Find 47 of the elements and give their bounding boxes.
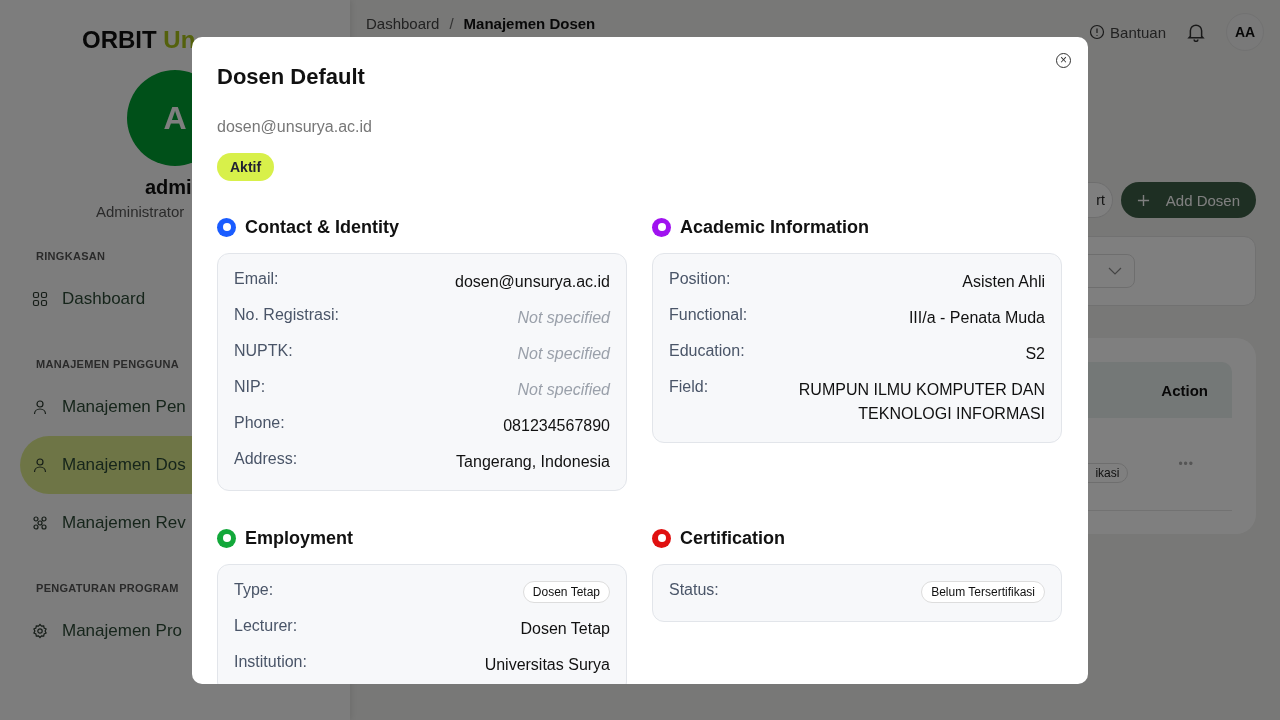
field-label: Position: (669, 270, 731, 288)
field-value: Tangerang, Indonesia (456, 452, 610, 472)
field-label: NIP: (234, 378, 266, 396)
breadcrumb-current: Manajemen Dosen (463, 14, 596, 32)
close-button[interactable]: × (1056, 53, 1071, 68)
field-value: Not specified (517, 308, 610, 328)
user-role: Administrator (96, 203, 186, 220)
section-title: Certification (680, 527, 785, 549)
field-value: Not specified (517, 344, 610, 364)
field-label: Lecturer: (234, 617, 298, 635)
field-value: 081234567890 (503, 416, 610, 436)
field-label: Type: (234, 581, 274, 599)
field-label: Education: (669, 342, 745, 360)
add-button[interactable]: Add Dosen (1120, 182, 1256, 218)
field-label: Status: (669, 581, 719, 599)
field-label: Functional: (669, 306, 748, 324)
user-avatar[interactable]: AA (1226, 13, 1264, 51)
section-title: Employment (245, 527, 354, 549)
brand-logo: ORBIT Un (82, 26, 197, 54)
section-title: Academic Information (680, 216, 870, 238)
field-value: S2 (1025, 344, 1045, 364)
field-value: Universitas Surya (484, 655, 610, 675)
section-title: PENGATURAN PROGRAM (36, 582, 179, 594)
breadcrumb-separator: / (449, 14, 454, 32)
section-title: MANAJEMEN PENGGUNA (36, 358, 179, 370)
field-label: No. Registrasi: (234, 306, 339, 324)
field-label: Address: (234, 450, 298, 468)
field-tag: Dosen Tetap (522, 581, 610, 603)
field-label: NUPTK: (234, 342, 293, 360)
section-title: RINGKASAN (36, 250, 106, 262)
field-value: dosen@unsurya.ac.id (455, 272, 610, 292)
user-name: admi (145, 176, 193, 199)
field-value: Not specified (517, 380, 610, 400)
field-label: Institution: (234, 653, 307, 671)
field-value: Asisten Ahli (962, 272, 1045, 292)
field-value: III/a - Penata Muda (908, 308, 1045, 328)
field-tag: Belum Tersertifikasi (921, 581, 1045, 603)
field-value: RUMPUN ILMU KOMPUTER DAN TEKNOLOGI INFORMASI (797, 380, 1045, 424)
help-link[interactable]: Bantuan (1089, 23, 1166, 41)
field-label: Field: (669, 378, 709, 396)
field-value: Dosen Tetap (520, 619, 610, 639)
field-label: Phone: (234, 414, 285, 432)
field-label: Email: (234, 270, 279, 288)
column-header: Action (1161, 381, 1208, 399)
breadcrumb-link[interactable]: Dashboard (366, 14, 440, 32)
section-title: Contact & Identity (245, 216, 399, 238)
status-badge: Aktif (217, 153, 275, 181)
